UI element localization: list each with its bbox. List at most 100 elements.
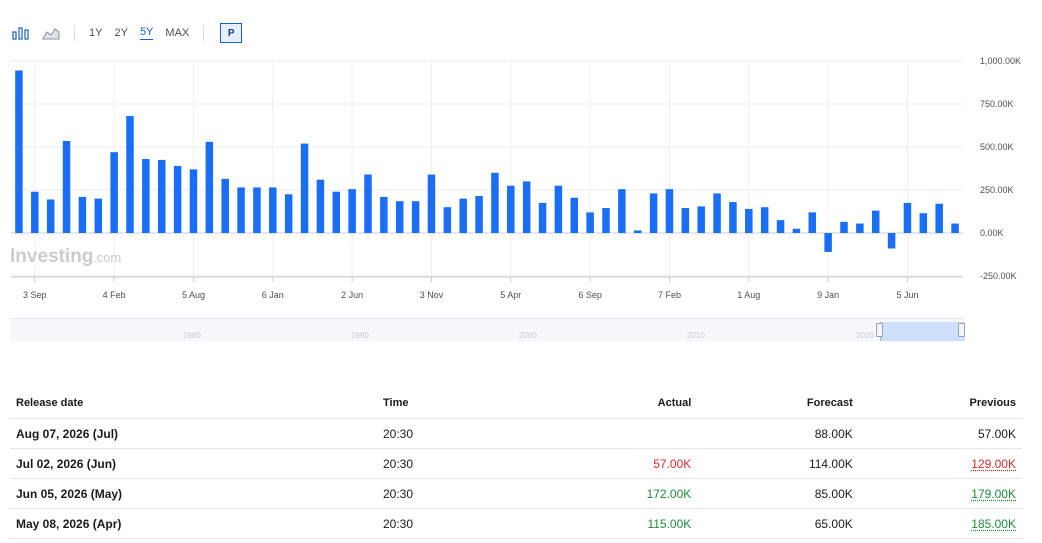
area-chart-icon[interactable] — [42, 25, 60, 41]
bar[interactable] — [602, 208, 610, 233]
header-actual[interactable]: Actual — [539, 388, 698, 419]
bar-chart-icon[interactable] — [12, 25, 30, 41]
x-tick-label: 2 Jun — [341, 290, 363, 300]
range-2y-button[interactable]: 2Y — [114, 27, 127, 40]
bar[interactable] — [46, 199, 55, 233]
bar[interactable] — [792, 228, 801, 233]
bar[interactable] — [681, 208, 690, 233]
y-tick-label: 750.00K — [980, 99, 1014, 109]
bar[interactable] — [395, 201, 404, 233]
bar[interactable] — [649, 193, 658, 233]
previous-value: 57.00K — [858, 418, 1022, 449]
bar[interactable] — [221, 178, 229, 233]
navigator-left-handle[interactable] — [876, 323, 883, 337]
bar[interactable] — [856, 223, 864, 233]
bar[interactable] — [887, 233, 896, 249]
watermark-brand: Investing — [10, 246, 93, 267]
grid-lines — [11, 60, 963, 282]
x-tick-label: 3 Nov — [420, 290, 444, 300]
table-row: Jun 05, 2026 (May) 20:30 172.00K 85.00K … — [10, 478, 1022, 509]
bar[interactable] — [189, 169, 198, 233]
navigator-label: 2000 — [519, 331, 537, 340]
bar[interactable] — [760, 207, 769, 233]
bar[interactable] — [475, 196, 483, 233]
bar[interactable] — [126, 116, 134, 233]
range-max-button[interactable]: MAX — [165, 27, 189, 40]
bar[interactable] — [633, 230, 642, 233]
bar[interactable] — [554, 185, 563, 233]
header-previous[interactable]: Previous — [858, 388, 1022, 419]
release-time: 20:30 — [377, 508, 539, 539]
bar[interactable] — [745, 208, 753, 233]
bar[interactable] — [205, 141, 214, 233]
bar[interactable] — [380, 196, 388, 233]
bar[interactable] — [411, 201, 420, 233]
bar[interactable] — [443, 207, 452, 233]
bar[interactable] — [570, 197, 579, 233]
bar[interactable] — [300, 143, 309, 233]
bar[interactable] — [237, 187, 245, 233]
bar[interactable] — [427, 174, 436, 233]
bar[interactable] — [62, 140, 71, 233]
previous-value-revised[interactable]: 129.00K — [858, 448, 1022, 479]
bar[interactable] — [348, 189, 356, 233]
previous-value-revised[interactable]: 185.00K — [858, 508, 1022, 539]
bar[interactable] — [507, 185, 515, 233]
bar[interactable] — [840, 221, 848, 233]
bar[interactable] — [31, 191, 39, 233]
bar[interactable] — [618, 189, 626, 233]
bar[interactable] — [94, 198, 103, 233]
y-tick-label: -250.00K — [980, 271, 1017, 281]
bar[interactable] — [935, 203, 943, 233]
bar[interactable] — [173, 165, 182, 233]
y-axis-labels: 1,000.00K 750.00K 500.00K 250.00K 0.00K -250.… — [980, 56, 1021, 281]
previous-value-revised[interactable]: 179.00K — [858, 478, 1022, 509]
bar[interactable] — [824, 233, 832, 252]
x-tick-label: 7 Feb — [658, 290, 681, 300]
bar[interactable] — [142, 159, 150, 233]
x-tick-label: 5 Jun — [896, 290, 918, 300]
navigator-selection[interactable] — [880, 322, 965, 341]
bar[interactable] — [808, 212, 817, 233]
bar[interactable] — [364, 174, 372, 233]
actual-value: 57.00K — [539, 448, 698, 479]
bar[interactable] — [665, 189, 674, 233]
bar[interactable] — [776, 220, 785, 233]
bar[interactable] — [78, 196, 87, 233]
navigator-label: 1990 — [351, 331, 369, 340]
bar[interactable] — [491, 172, 499, 233]
range-5y-button[interactable]: 5Y — [139, 26, 154, 40]
header-time[interactable]: Time — [377, 388, 539, 419]
range-1y-button[interactable]: 1Y — [89, 27, 102, 40]
bar[interactable] — [729, 202, 737, 233]
bar[interactable] — [697, 206, 705, 233]
bar[interactable] — [538, 202, 547, 233]
bar[interactable] — [522, 181, 531, 233]
time-navigator[interactable]: 1980 1990 2000 2010 2020 — [10, 318, 965, 342]
toolbar-divider — [74, 25, 75, 41]
release-time: 20:30 — [377, 418, 539, 449]
bar[interactable] — [269, 187, 277, 233]
forecast-value: 114.00K — [697, 448, 859, 479]
header-forecast[interactable]: Forecast — [697, 388, 859, 419]
bar[interactable] — [459, 198, 467, 233]
bar[interactable] — [15, 70, 23, 234]
bar[interactable] — [110, 152, 118, 233]
bar[interactable] — [284, 194, 293, 233]
bar[interactable] — [157, 159, 166, 233]
navigator-right-handle[interactable] — [958, 323, 965, 337]
header-release-date[interactable]: Release date — [10, 388, 377, 419]
bar[interactable] — [253, 187, 261, 233]
bar[interactable] — [903, 202, 912, 233]
x-tick-label: 6 Sep — [578, 290, 602, 300]
bar[interactable] — [713, 193, 721, 233]
p-button[interactable]: P — [220, 23, 243, 43]
bar[interactable] — [316, 179, 325, 233]
bar[interactable] — [586, 212, 594, 233]
bar[interactable] — [951, 223, 959, 233]
navigator-label: 2020 — [856, 331, 874, 340]
bar[interactable] — [919, 213, 928, 233]
bar[interactable] — [332, 191, 341, 233]
release-time: 20:30 — [377, 478, 539, 509]
bar[interactable] — [871, 210, 880, 233]
